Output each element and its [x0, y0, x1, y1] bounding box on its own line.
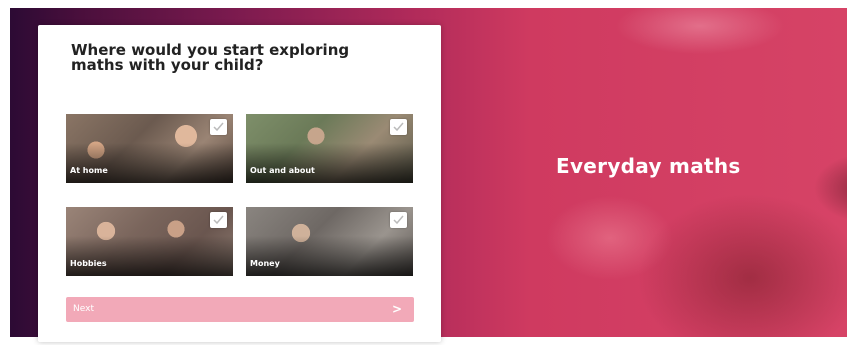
- check-icon: [213, 215, 224, 225]
- checkbox[interactable]: [390, 212, 407, 228]
- option-tile-hobbies[interactable]: Hobbies: [66, 207, 233, 276]
- checkbox[interactable]: [210, 212, 227, 228]
- option-tile-money[interactable]: Money: [246, 207, 413, 276]
- next-button-label: Next: [73, 304, 94, 314]
- checkbox[interactable]: [210, 119, 227, 135]
- option-tile-out-and-about[interactable]: Out and about: [246, 114, 413, 183]
- check-icon: [393, 215, 404, 225]
- check-icon: [213, 122, 224, 132]
- option-label: At home: [70, 166, 108, 175]
- checkbox[interactable]: [390, 119, 407, 135]
- hero-title: Everyday maths: [556, 154, 741, 178]
- option-label: Money: [250, 259, 280, 268]
- check-icon: [393, 122, 404, 132]
- question-card: Where would you start exploring maths wi…: [38, 25, 441, 342]
- option-tile-at-home[interactable]: At home: [66, 114, 233, 183]
- question-heading: Where would you start exploring maths wi…: [71, 41, 350, 74]
- option-label: Hobbies: [70, 259, 107, 268]
- next-button[interactable]: Next >: [66, 297, 414, 322]
- option-label: Out and about: [250, 166, 315, 175]
- chevron-right-icon: >: [391, 302, 402, 316]
